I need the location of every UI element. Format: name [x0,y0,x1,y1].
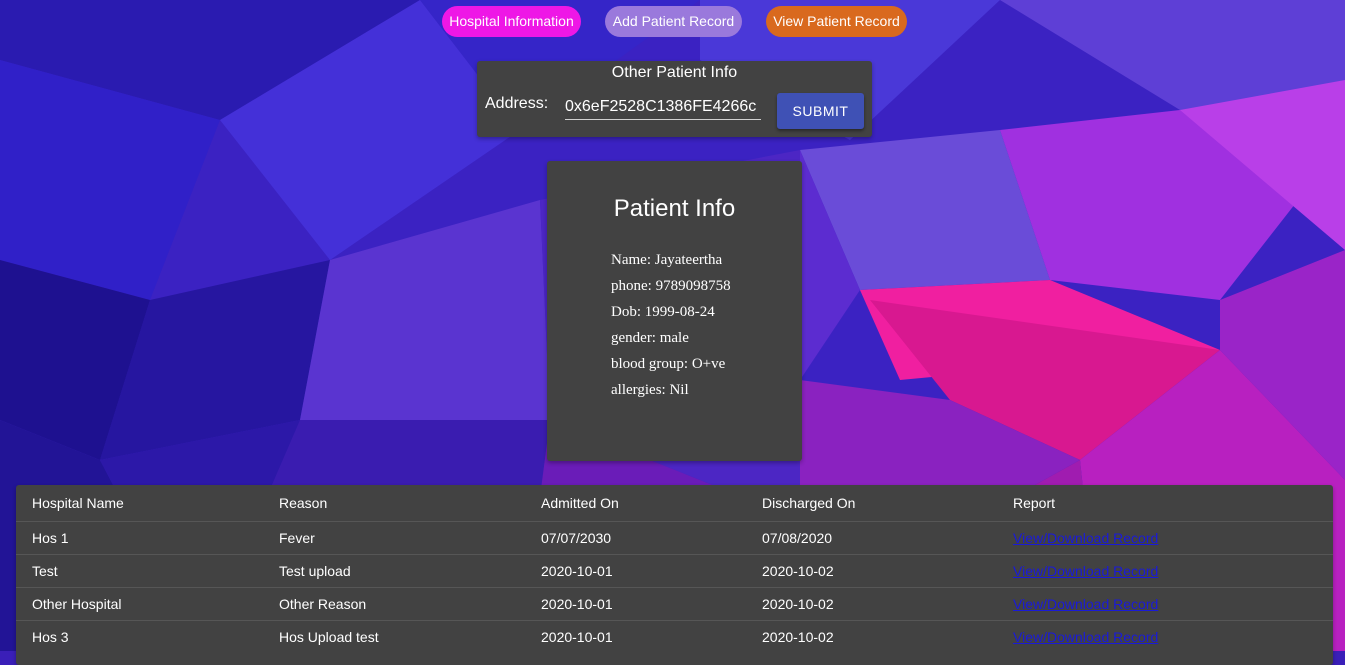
view-download-record-link[interactable]: View/Download Record [1013,596,1158,612]
patient-blood-group: blood group: O+ve [611,356,726,372]
table-row: Hos 3 Hos Upload test 2020-10-01 2020-10… [16,620,1333,653]
patient-fields: Name: Jayateertha phone: 9789098758 Dob:… [611,247,731,403]
other-patient-info-panel: Other Patient Info Address: SUBMIT [477,61,872,137]
cell-admitted: 2020-10-01 [541,620,762,653]
cell-report: View/Download Record [1013,587,1333,621]
cell-reason: Hos Upload test [279,620,541,653]
view-download-record-link[interactable]: View/Download Record [1013,629,1158,645]
header-admitted-on: Admitted On [541,495,619,511]
view-download-record-link[interactable]: View/Download Record [1013,563,1158,579]
patient-allergies: allergies: Nil [611,382,689,398]
header-reason: Reason [279,495,328,511]
cell-report: View/Download Record [1013,554,1333,588]
patient-info-card: Patient Info Name: Jayateertha phone: 97… [547,161,802,461]
address-input[interactable] [565,95,761,120]
cell-reason: Fever [279,521,541,555]
other-patient-info-title: Other Patient Info [611,64,738,81]
cell-report: View/Download Record [1013,521,1333,555]
cell-hospital: Hos 1 [16,521,279,555]
cell-hospital: Hos 3 [16,620,279,653]
patient-phone: phone: 9789098758 [611,278,731,294]
table-row: Test Test upload 2020-10-01 2020-10-02 V… [16,554,1333,588]
cell-discharged: 07/08/2020 [762,521,1013,555]
table-row: Hos 1 Fever 07/07/2030 07/08/2020 View/D… [16,521,1333,555]
table-row: Other Hospital Other Reason 2020-10-01 2… [16,587,1333,621]
header-hospital-name: Hospital Name [32,495,124,511]
cell-discharged: 2020-10-02 [762,554,1013,588]
cell-report: View/Download Record [1013,620,1333,653]
cell-admitted: 07/07/2030 [541,521,762,555]
header-discharged-on: Discharged On [762,495,856,511]
cell-discharged: 2020-10-02 [762,620,1013,653]
view-patient-record-button[interactable]: View Patient Record [766,6,907,37]
cell-reason: Test upload [279,554,541,588]
patient-name: Name: Jayateertha [611,252,723,268]
header-report: Report [1013,495,1056,511]
add-patient-record-button[interactable]: Add Patient Record [605,6,742,37]
cell-discharged: 2020-10-02 [762,587,1013,621]
cell-reason: Other Reason [279,587,541,621]
cell-admitted: 2020-10-01 [541,554,762,588]
patient-dob: Dob: 1999-08-24 [611,304,715,320]
submit-button[interactable]: SUBMIT [777,93,864,129]
cell-hospital: Other Hospital [16,587,279,621]
address-label: Address: [485,95,549,112]
view-download-record-link[interactable]: View/Download Record [1013,530,1158,546]
table-header-row: Hospital Name Reason Admitted On Dischar… [16,485,1333,522]
patient-gender: gender: male [611,330,689,346]
cell-admitted: 2020-10-01 [541,587,762,621]
cell-hospital: Test [16,554,279,588]
patient-info-title: Patient Info [613,195,736,222]
records-table: Hospital Name Reason Admitted On Dischar… [16,485,1333,665]
hospital-information-button[interactable]: Hospital Information [442,6,581,37]
